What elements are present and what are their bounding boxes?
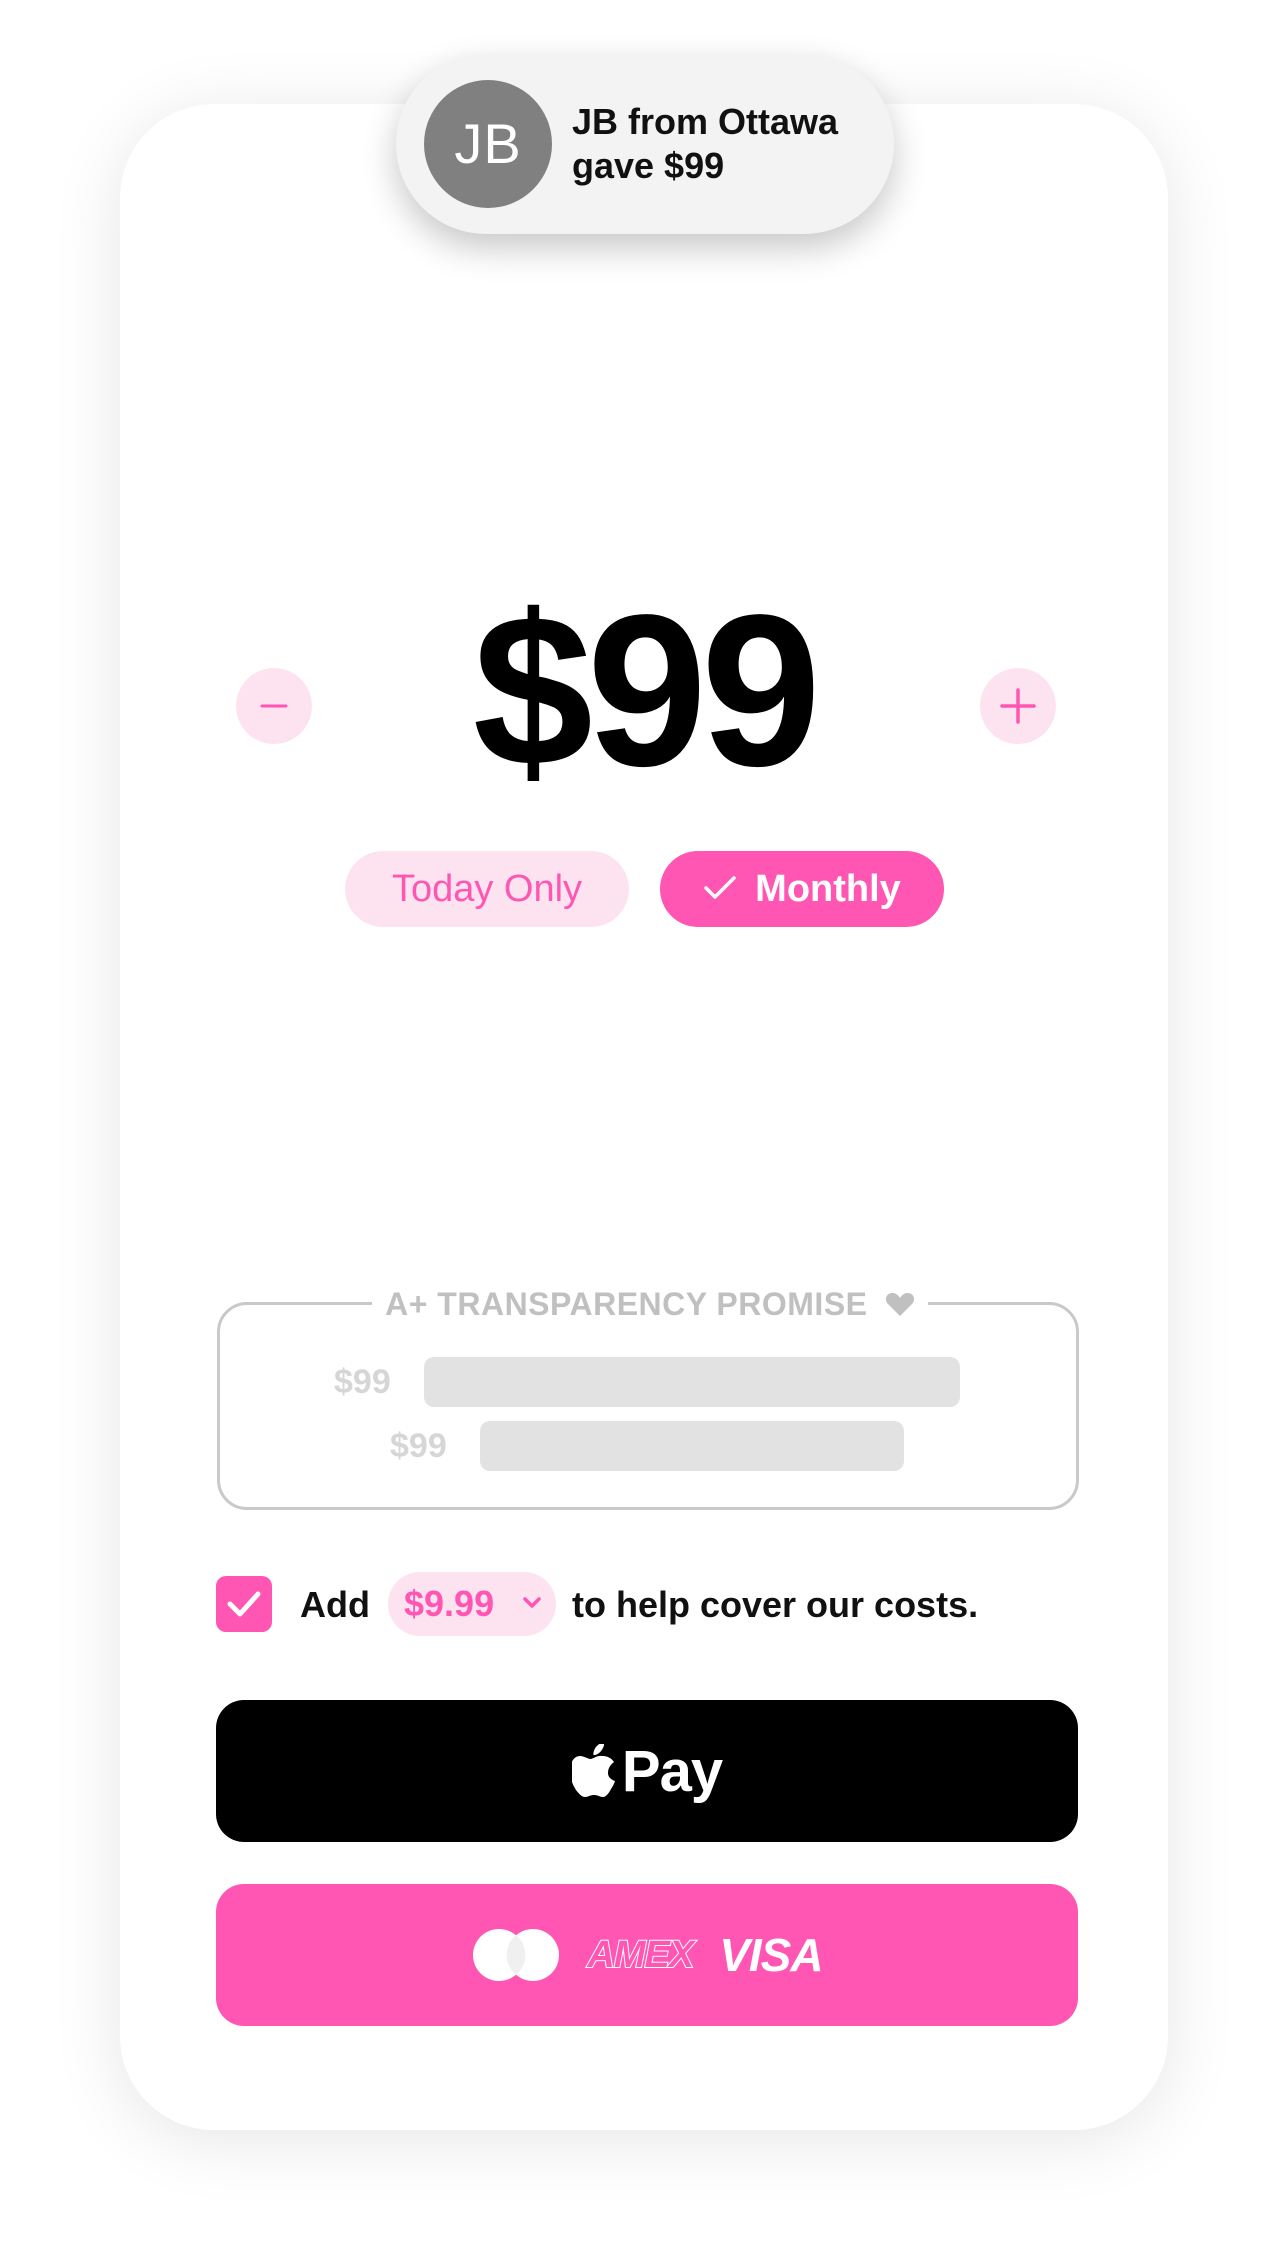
decrease-amount-button[interactable]	[236, 668, 312, 744]
check-icon	[704, 876, 736, 899]
transparency-title-text: A+ TRANSPARENCY PROMISE	[385, 1286, 868, 1322]
donation-amount: $99	[472, 569, 821, 811]
frequency-monthly-label: Monthly	[755, 868, 901, 910]
fee-amount-select[interactable]: $9.99	[388, 1572, 556, 1636]
transparency-row-bar	[424, 1357, 960, 1407]
plus-icon	[1000, 688, 1036, 724]
frequency-today-only-option[interactable]: Today Only	[345, 851, 629, 927]
cover-costs-suffix: to help cover our costs.	[572, 1584, 979, 1625]
cover-costs-checkbox[interactable]	[216, 1576, 272, 1632]
transparency-row-bar	[480, 1421, 904, 1471]
transparency-row-amount: $99	[390, 1427, 447, 1465]
toast-message: JB from Ottawa gave $99	[572, 101, 839, 186]
minus-icon	[260, 704, 288, 708]
transparency-row: $99	[390, 1421, 904, 1471]
checkmark-icon	[227, 1591, 261, 1617]
increase-amount-button[interactable]	[980, 668, 1056, 744]
transparency-row: $99	[334, 1357, 960, 1407]
chevron-down-icon	[523, 1597, 541, 1608]
transparency-promise-title: A+ TRANSPARENCY PROMISE	[372, 1282, 928, 1326]
recent-donation-toast: JB JB from Ottawa gave $99	[396, 54, 894, 234]
apple-pay-label: Pay	[621, 1738, 723, 1804]
apple-logo-icon	[571, 1744, 615, 1797]
mastercard-icon	[473, 1929, 560, 1981]
cover-costs-prefix: Add	[300, 1584, 370, 1625]
frequency-monthly-option[interactable]: Monthly	[660, 851, 944, 927]
apple-pay-button[interactable]: Pay	[216, 1700, 1078, 1842]
transparency-row-amount: $99	[334, 1363, 391, 1401]
cover-costs-row: Add $9.99 to help cover our costs.	[216, 1572, 1096, 1638]
visa-logo: VISA	[719, 1929, 823, 1981]
fee-amount-value: $9.99	[404, 1583, 495, 1624]
amex-logo: AMEX	[586, 1933, 695, 1977]
heart-icon	[885, 1292, 914, 1316]
card-payment-button[interactable]: AMEX VISA	[216, 1884, 1078, 2026]
donor-avatar: JB	[424, 80, 552, 208]
frequency-today-only-label: Today Only	[391, 868, 583, 910]
